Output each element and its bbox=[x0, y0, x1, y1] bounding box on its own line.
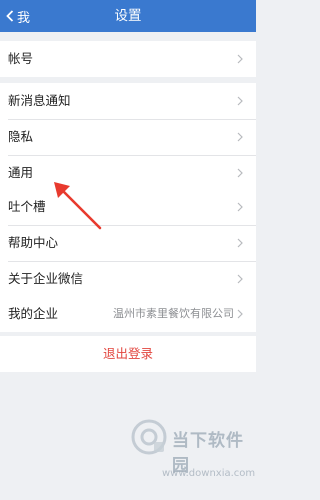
settings-item-label: 关于企业微信 bbox=[8, 271, 84, 286]
settings-item-label: 通用 bbox=[8, 165, 34, 180]
settings-item-about[interactable]: 关于企业微信 bbox=[0, 261, 256, 297]
settings-group-general: 新消息通知 隐私 通用 bbox=[0, 83, 256, 191]
watermark: 当下软件园 www.downxia.com bbox=[122, 418, 256, 498]
red-arrow-icon bbox=[54, 182, 102, 230]
back-button-label: 我 bbox=[17, 10, 31, 26]
chevron-right-icon bbox=[237, 54, 243, 64]
back-button[interactable]: 我 bbox=[6, 0, 30, 32]
settings-group-help: 吐个槽 帮助中心 关于企业微信 bbox=[0, 189, 256, 297]
chevron-left-icon bbox=[6, 10, 14, 22]
chevron-right-icon bbox=[237, 132, 243, 142]
settings-group-account: 帐号 bbox=[0, 41, 256, 77]
chevron-right-icon bbox=[237, 202, 243, 212]
settings-item-label: 我的企业 bbox=[8, 306, 59, 321]
chevron-right-icon bbox=[237, 168, 243, 178]
settings-item-label: 帮助中心 bbox=[8, 235, 59, 250]
settings-item-privacy[interactable]: 隐私 bbox=[0, 119, 256, 155]
logout-button[interactable]: 退出登录 bbox=[0, 336, 256, 372]
settings-item-label: 吐个槽 bbox=[8, 199, 46, 214]
chevron-right-icon bbox=[237, 309, 243, 319]
navigation-bar: 我 设置 bbox=[0, 0, 256, 32]
settings-item-notifications[interactable]: 新消息通知 bbox=[0, 83, 256, 119]
chevron-right-icon bbox=[237, 238, 243, 248]
watermark-url: www.downxia.com bbox=[162, 468, 256, 479]
settings-item-label: 新消息通知 bbox=[8, 93, 71, 108]
chevron-right-icon bbox=[237, 274, 243, 284]
settings-item-account[interactable]: 帐号 bbox=[0, 41, 256, 77]
settings-item-general[interactable]: 通用 bbox=[0, 155, 256, 191]
settings-item-my-company[interactable]: 我的企业 温州市素里餐饮有限公司 bbox=[0, 296, 256, 332]
chevron-right-icon bbox=[237, 96, 243, 106]
settings-item-feedback[interactable]: 吐个槽 bbox=[0, 189, 256, 225]
settings-item-label: 帐号 bbox=[8, 51, 34, 66]
watermark-logo-icon bbox=[131, 419, 167, 455]
settings-item-help-center[interactable]: 帮助中心 bbox=[0, 225, 256, 261]
company-name-value: 温州市素里餐饮有限公司 bbox=[113, 307, 234, 320]
settings-item-label: 隐私 bbox=[8, 129, 34, 144]
page-title: 设置 bbox=[114, 8, 142, 24]
settings-group-company: 我的企业 温州市素里餐饮有限公司 bbox=[0, 296, 256, 332]
